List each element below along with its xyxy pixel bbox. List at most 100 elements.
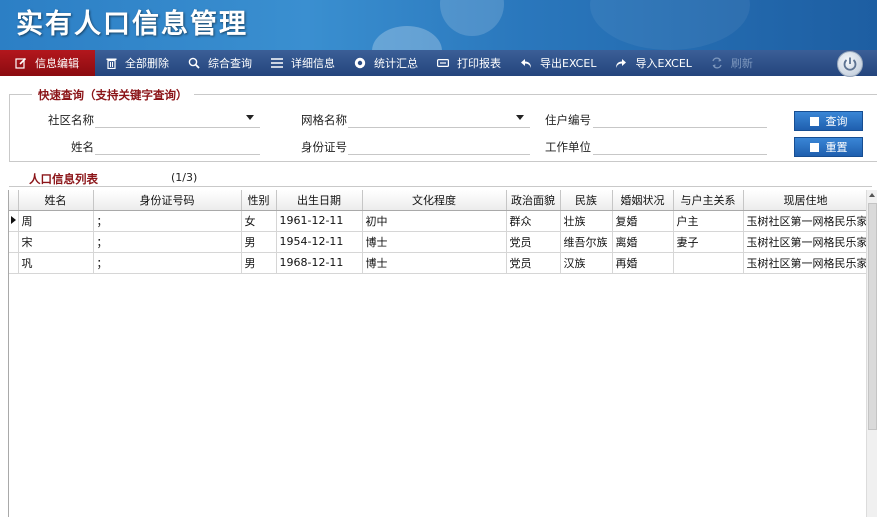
cell-address[interactable]: 玉树社区第一网格民乐家 xyxy=(743,231,869,253)
row-selector[interactable] xyxy=(9,231,19,253)
grid-label: 网格名称 xyxy=(301,113,347,127)
cell-gender[interactable]: 男 xyxy=(241,231,277,253)
cell-ethnicity[interactable]: 汉族 xyxy=(560,252,613,274)
search-icon xyxy=(187,56,201,70)
edit-info-label: 信息编辑 xyxy=(35,57,79,70)
community-select[interactable] xyxy=(95,112,260,128)
cell-political-status[interactable]: 群众 xyxy=(506,210,561,232)
cell-marital-status[interactable]: 离婚 xyxy=(612,231,674,253)
cell-education[interactable]: 博士 xyxy=(362,252,507,274)
search-button[interactable]: 查询 xyxy=(794,111,863,131)
vertical-scrollbar[interactable] xyxy=(866,190,877,517)
cell-marital-status[interactable]: 复婚 xyxy=(612,210,674,232)
statistics-label: 统计汇总 xyxy=(374,57,418,70)
details-button[interactable]: 详细信息 xyxy=(261,50,344,76)
community-label: 社区名称 xyxy=(48,113,94,127)
cell-address[interactable]: 玉树社区第一网格民乐家 xyxy=(743,252,869,274)
column-header-name[interactable]: 姓名 xyxy=(18,190,94,211)
cell-political-status[interactable]: 党员 xyxy=(506,231,561,253)
row-selector[interactable] xyxy=(9,210,19,232)
cell-relation[interactable]: 户主 xyxy=(673,210,744,232)
banner-glow xyxy=(590,0,750,50)
column-header-ethnicity[interactable]: 民族 xyxy=(560,190,613,211)
cell-birth-date[interactable]: 1968-12-11 xyxy=(276,252,363,274)
scroll-up-icon[interactable] xyxy=(869,193,875,197)
name-label: 姓名 xyxy=(71,140,94,154)
work-unit-input[interactable] xyxy=(593,139,767,155)
cell-id-number[interactable]: ； xyxy=(93,252,242,274)
id-number-label: 身份证号 xyxy=(301,140,347,154)
column-header-marital-status[interactable]: 婚姻状况 xyxy=(612,190,674,211)
grid-icon xyxy=(809,142,819,152)
grid-select[interactable] xyxy=(348,112,530,128)
scrollbar-thumb[interactable] xyxy=(868,203,877,430)
cell-political-status[interactable]: 党员 xyxy=(506,252,561,274)
export-excel-button[interactable]: 导出EXCEL xyxy=(510,50,605,76)
banner-glow xyxy=(440,0,504,36)
list-icon xyxy=(270,56,284,70)
app-title: 实有人口信息管理 xyxy=(16,9,248,40)
cell-relation[interactable]: 妻子 xyxy=(673,231,744,253)
grid-icon xyxy=(809,116,819,126)
import-excel-button[interactable]: 导入EXCEL xyxy=(605,50,700,76)
delete-all-label: 全部删除 xyxy=(125,57,169,70)
column-header-birth-date[interactable]: 出生日期 xyxy=(276,190,363,211)
cell-education[interactable]: 初中 xyxy=(362,210,507,232)
trash-icon xyxy=(104,56,118,70)
print-report-button[interactable]: 打印报表 xyxy=(427,50,510,76)
import-icon xyxy=(614,56,628,70)
delete-all-button[interactable]: 全部删除 xyxy=(95,50,178,76)
power-icon[interactable] xyxy=(837,51,863,77)
name-input[interactable] xyxy=(95,139,260,155)
edit-info-button[interactable]: 信息编辑 xyxy=(0,50,95,76)
cell-birth-date[interactable]: 1961-12-11 xyxy=(276,210,363,232)
divider xyxy=(9,186,872,187)
column-header-political-status[interactable]: 政治面貌 xyxy=(506,190,561,211)
current-row-icon xyxy=(10,216,16,224)
table-header-row: 姓名 身份证号码 性别 出生日期 文化程度 政治面貌 民族 婚姻状况 与户主关系… xyxy=(9,190,869,211)
id-number-input[interactable] xyxy=(348,139,530,155)
cell-id-number[interactable]: ； xyxy=(93,210,242,232)
import-excel-label: 导入EXCEL xyxy=(635,57,692,70)
refresh-button[interactable]: 刷新 xyxy=(701,50,762,76)
page-count: (1/3) xyxy=(171,171,198,184)
column-header-id-number[interactable]: 身份证号码 xyxy=(93,190,242,211)
cell-id-number[interactable]: ； xyxy=(93,231,242,253)
table-row[interactable]: 巩 ； 男 1968-12-11 博士 党员 汉族 再婚 玉树社区第一网格民乐家 xyxy=(9,252,869,274)
print-report-label: 打印报表 xyxy=(457,57,501,70)
cell-name[interactable]: 周 xyxy=(18,210,94,232)
refresh-label: 刷新 xyxy=(730,57,753,70)
print-icon xyxy=(436,56,450,70)
population-list-title: 人口信息列表 xyxy=(29,172,98,186)
household-input[interactable] xyxy=(593,112,767,128)
cell-birth-date[interactable]: 1954-12-11 xyxy=(276,231,363,253)
column-header-education[interactable]: 文化程度 xyxy=(362,190,507,211)
cell-marital-status[interactable]: 再婚 xyxy=(612,252,674,274)
cell-relation[interactable] xyxy=(673,252,744,274)
reset-button[interactable]: 重置 xyxy=(794,137,863,157)
row-selector[interactable] xyxy=(9,252,19,274)
cell-gender[interactable]: 女 xyxy=(241,210,277,232)
cell-gender[interactable]: 男 xyxy=(241,252,277,274)
chevron-down-icon xyxy=(246,115,254,120)
statistics-button[interactable]: 统计汇总 xyxy=(344,50,427,76)
export-excel-label: 导出EXCEL xyxy=(540,57,597,70)
column-header-address[interactable]: 现居住地 xyxy=(743,190,869,211)
table-row[interactable]: 周 ； 女 1961-12-11 初中 群众 壮族 复婚 户主 玉树社区第一网格… xyxy=(9,210,869,232)
chevron-down-icon xyxy=(516,115,524,120)
work-unit-label: 工作单位 xyxy=(545,140,591,154)
cell-ethnicity[interactable]: 维吾尔族 xyxy=(560,231,613,253)
combined-query-button[interactable]: 综合查询 xyxy=(178,50,261,76)
refresh-icon xyxy=(710,56,724,70)
cell-name[interactable]: 巩 xyxy=(18,252,94,274)
cell-name[interactable]: 宋 xyxy=(18,231,94,253)
column-header-gender[interactable]: 性别 xyxy=(241,190,277,211)
stats-icon xyxy=(353,56,367,70)
row-indicator-header xyxy=(9,190,19,211)
cell-address[interactable]: 玉树社区第一网格民乐家 xyxy=(743,210,869,232)
column-header-relation[interactable]: 与户主关系 xyxy=(673,190,744,211)
cell-education[interactable]: 博士 xyxy=(362,231,507,253)
cell-ethnicity[interactable]: 壮族 xyxy=(560,210,613,232)
table-row[interactable]: 宋 ； 男 1954-12-11 博士 党员 维吾尔族 离婚 妻子 玉树社区第一… xyxy=(9,231,869,253)
toolbar: 信息编辑 全部删除 综合查询 详细信息 统计汇总 打印报表 导出EXCEL 导入… xyxy=(0,50,877,76)
